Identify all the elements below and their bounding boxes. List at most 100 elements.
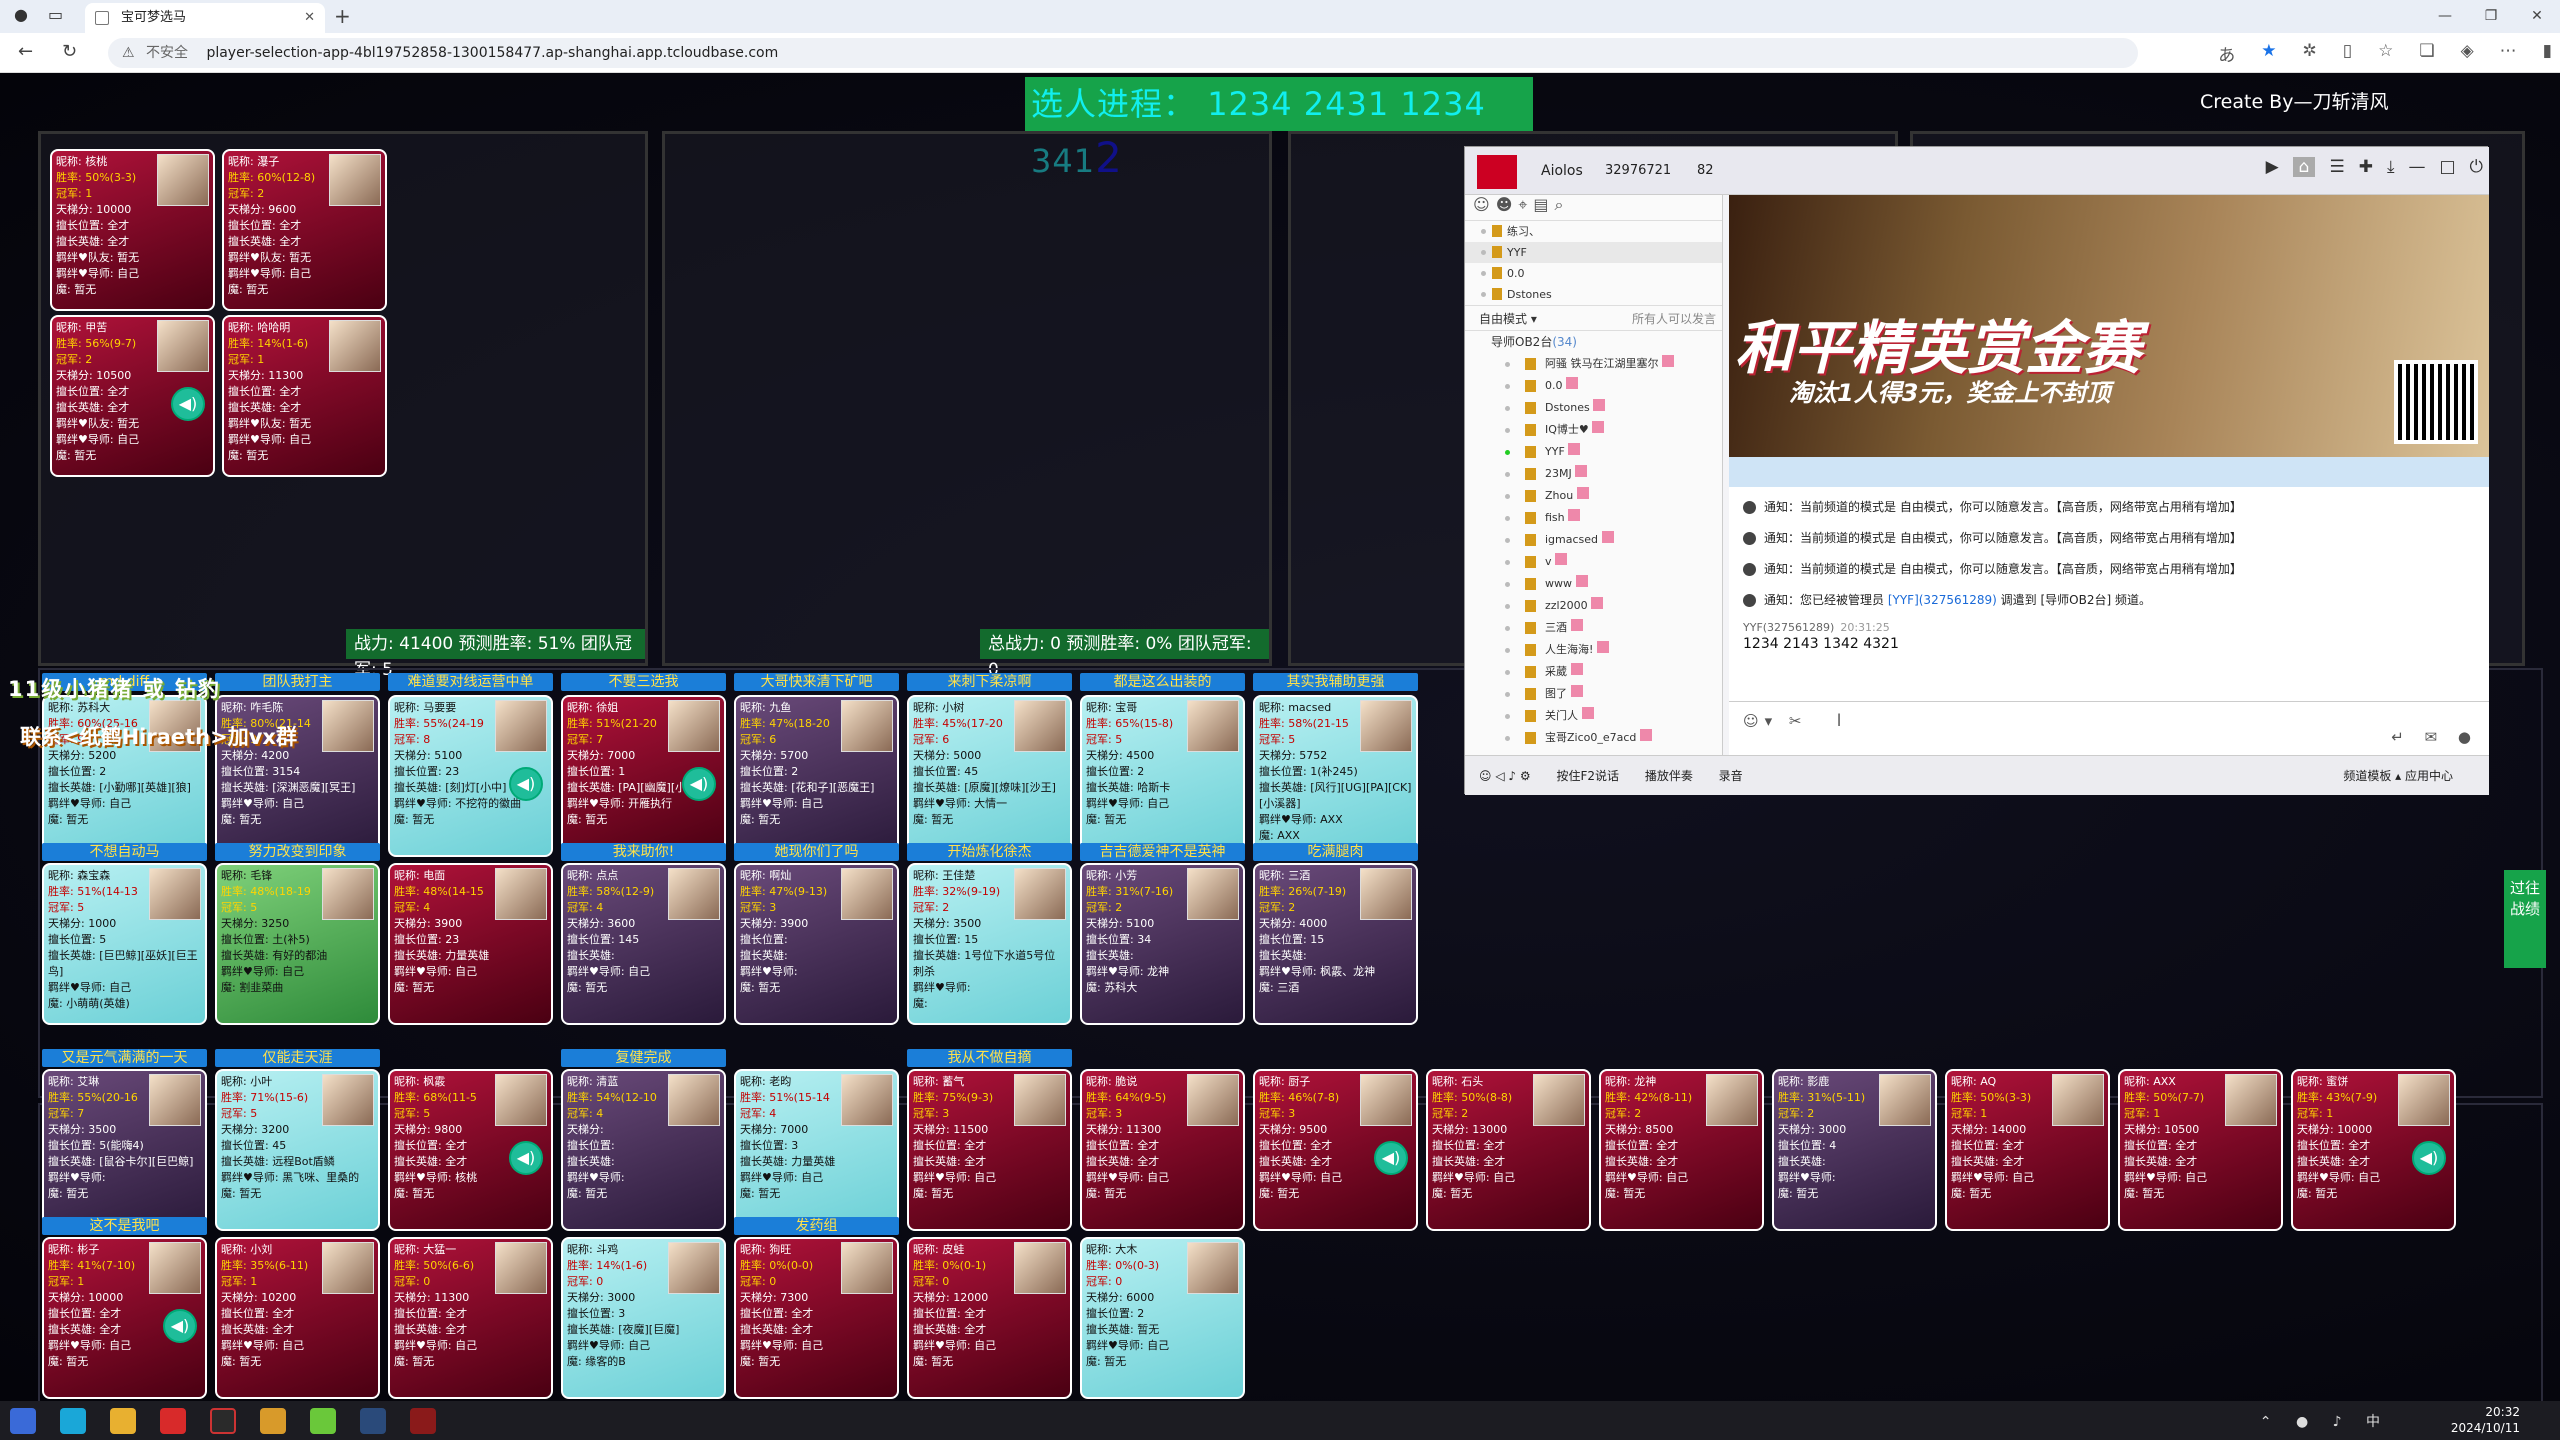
player-card[interactable]: 昵称: 哈哈明 胜率: 14%(1-6) 冠军: 1 天梯分: 11300 擅长位置: …: [222, 315, 387, 477]
emoji-icon[interactable]: ☺▾ ✂: [1743, 712, 1808, 730]
player-card[interactable]: 昵称: 脆说 胜率: 64%(9-5) 冠军: 3 天梯分: 11300 擅长位置: 全…: [1080, 1069, 1245, 1231]
member-item[interactable]: 三酒: [1465, 617, 1722, 639]
member-item[interactable]: 图了: [1465, 683, 1722, 705]
player-card[interactable]: 昵称: 狗旺 胜率: 0%(0-0) 冠军: 0 天梯分: 7300 擅长位置: 全才擅…: [734, 1237, 899, 1399]
list-icon[interactable]: ☰: [2329, 157, 2344, 177]
speaker-icon[interactable]: ◀): [171, 387, 205, 421]
extensions-icon[interactable]: ✲: [2302, 41, 2316, 66]
player-card[interactable]: 昵称: 艾琳 胜率: 55%(20-16 冠军: 7 天梯分: 3500 擅长位置: 5…: [42, 1069, 207, 1231]
speaker-icon[interactable]: ◀): [2412, 1141, 2446, 1175]
shield-icon[interactable]: ◈: [2461, 41, 2474, 66]
player-card[interactable]: 昵称: 咋毛陈 胜率: 80%(21-14 冠军: 9 天梯分: 4200 擅长位置: …: [215, 695, 380, 857]
player-card[interactable]: 昵称: 彬子 胜率: 41%(7-10) 冠军: 1 天梯分: 10000 擅长位置: …: [42, 1237, 207, 1399]
member-item[interactable]: 宝哥Zico0_e7acd: [1465, 727, 1722, 749]
reload-icon[interactable]: ↻: [62, 41, 77, 62]
player-card[interactable]: 昵称: 三酒 胜率: 26%(7-19) 冠军: 2 天梯分: 4000 擅长位置: 1…: [1253, 863, 1418, 1025]
player-card[interactable]: 昵称: 宝哥 胜率: 65%(15-8) 冠军: 5 天梯分: 4500 擅长位置: 2…: [1080, 695, 1245, 857]
channel-item[interactable]: Dstones: [1465, 284, 1722, 305]
player-card[interactable]: 昵称: 大猛一 胜率: 50%(6-6) 冠军: 0 天梯分: 11300 擅长位置: …: [388, 1237, 553, 1399]
ad-banner[interactable]: 和平精英赏金赛 淘汰1人得3元，奖金上不封顶: [1729, 195, 2489, 457]
player-card[interactable]: 昵称: 石头 胜率: 50%(8-8) 冠军: 2 天梯分: 13000 擅长位置: 全…: [1426, 1069, 1591, 1231]
start-icon[interactable]: [10, 1408, 36, 1434]
player-card[interactable]: 昵称: 徐姐 胜率: 51%(21-20 冠军: 7 天梯分: 7000 擅长位置: 1…: [561, 695, 726, 857]
user-icon[interactable]: ☺: [1473, 195, 1496, 214]
steam-icon[interactable]: [360, 1408, 386, 1434]
player-card[interactable]: 昵称: macsed 胜率: 58%(21-15 冠军: 5 天梯分: 5752 擅长位…: [1253, 695, 1418, 857]
speaker-icon[interactable]: ◀): [509, 1141, 543, 1175]
player-card[interactable]: 昵称: 蓄气 胜率: 75%(9-3) 冠军: 3 天梯分: 11500 擅长位置: 全…: [907, 1069, 1072, 1231]
note-icon[interactable]: ▤: [1533, 195, 1554, 214]
player-card[interactable]: 昵称: 小叶 胜率: 71%(15-6) 冠军: 5 天梯分: 3200 擅长位置: 4…: [215, 1069, 380, 1231]
player-card[interactable]: 昵称: 皮蛙 胜率: 0%(0-1) 冠军: 0 天梯分: 12000 擅长位置: 全才…: [907, 1237, 1072, 1399]
ptt-button[interactable]: 按住F2说话: [1556, 769, 1619, 783]
accompany-button[interactable]: 播放伴奏: [1645, 769, 1693, 783]
member-item[interactable]: 采葳: [1465, 661, 1722, 683]
chat-input[interactable]: ☺▾ ✂ | ↵ ✉ ●: [1729, 701, 2489, 755]
history-button[interactable]: 过往战绩: [2504, 870, 2546, 968]
player-card[interactable]: 昵称: 蜜饼 胜率: 43%(7-9) 冠军: 1 天梯分: 10000 擅长位置: 全…: [2291, 1069, 2456, 1231]
member-item[interactable]: fish: [1465, 507, 1722, 529]
mic-icon[interactable]: ☺ ◁ ♪ ⚙: [1479, 769, 1531, 783]
player-card[interactable]: 昵称: 毛锋 胜率: 48%(18-19 冠军: 5 天梯分: 3250 擅长位置: 土…: [215, 863, 380, 1025]
player-card[interactable]: 昵称: 小树 胜率: 45%(17-20 冠军: 6 天梯分: 5000 擅长位置: 4…: [907, 695, 1072, 857]
face-icon[interactable]: ☻: [1496, 195, 1519, 214]
member-item[interactable]: v: [1465, 551, 1722, 573]
player-card[interactable]: 昵称: 老昀 胜率: 51%(15-14 冠军: 4 天梯分: 7000 擅长位置: 3…: [734, 1069, 899, 1231]
ime-indicator[interactable]: 中: [2366, 1414, 2390, 1430]
player-card[interactable]: 昵称: 枫霰 胜率: 68%(11-5 冠军: 5 天梯分: 9800 擅长位置: 全才…: [388, 1069, 553, 1231]
player-card[interactable]: 昵称: 小芳 胜率: 31%(7-16) 冠军: 2 天梯分: 5100 擅长位置: 3…: [1080, 863, 1245, 1025]
folder-icon[interactable]: [110, 1408, 136, 1434]
player-card[interactable]: 昵称: 核桃 胜率: 50%(3-3) 冠军: 1 天梯分: 10000 擅长位置: 全…: [50, 149, 215, 311]
channel-group[interactable]: 导师OB2台(34): [1465, 331, 1722, 353]
download-icon[interactable]: ⤓: [2387, 157, 2395, 177]
dota-icon[interactable]: [410, 1408, 436, 1434]
sidebar-icon[interactable]: ▮: [2543, 41, 2552, 66]
member-item[interactable]: Zhou: [1465, 485, 1722, 507]
player-card[interactable]: 昵称: 影鹿 胜率: 31%(5-11) 冠军: 2 天梯分: 3000 擅长位置: 4…: [1772, 1069, 1937, 1231]
collections-icon[interactable]: ❏: [2419, 41, 2434, 66]
profile-icon[interactable]: ●: [14, 5, 28, 24]
member-item[interactable]: www: [1465, 573, 1722, 595]
location-icon[interactable]: ⌖: [1518, 195, 1533, 214]
member-item[interactable]: 关门人: [1465, 705, 1722, 727]
speaker-icon[interactable]: ◀): [509, 767, 543, 801]
close-window-icon[interactable]: ✕: [2514, 0, 2560, 33]
member-item[interactable]: igmacsed: [1465, 529, 1722, 551]
member-item[interactable]: IQ博士♥: [1465, 419, 1722, 441]
player-card[interactable]: 昵称: 啊灿 胜率: 47%(9-13) 冠军: 3 天梯分: 3900 擅长位置: 擅…: [734, 863, 899, 1025]
split-icon[interactable]: ▯: [2343, 41, 2352, 66]
favorites-icon[interactable]: ☆: [2378, 41, 2393, 66]
member-item[interactable]: zzl2000: [1465, 595, 1722, 617]
close-tab-icon[interactable]: ✕: [304, 3, 315, 33]
yy-icon[interactable]: [260, 1408, 286, 1434]
back-icon[interactable]: ←: [18, 41, 33, 62]
player-card[interactable]: 昵称: 点点 胜率: 58%(12-9) 冠军: 4 天梯分: 3600 擅长位置: 1…: [561, 863, 726, 1025]
chrome-icon[interactable]: [210, 1408, 236, 1434]
member-item[interactable]: Dstones: [1465, 397, 1722, 419]
member-item[interactable]: 阿骚 铁马在江湖里塞尔: [1465, 353, 1722, 375]
browser-tab[interactable]: 宝可梦选马 ✕: [85, 3, 325, 33]
speaker-icon[interactable]: ◀): [1374, 1141, 1408, 1175]
player-card[interactable]: 昵称: 斗鸡 胜率: 14%(1-6) 冠军: 0 天梯分: 3000 擅长位置: 3擅…: [561, 1237, 726, 1399]
system-tray[interactable]: ⌃ ● ♪ 中: [2260, 1411, 2390, 1431]
video-icon[interactable]: ▶: [2266, 157, 2279, 177]
player-card[interactable]: 昵称: AQ 胜率: 50%(3-3) 冠军: 1 天梯分: 14000 擅长位置: 全…: [1945, 1069, 2110, 1231]
clock[interactable]: 20:32 2024/10/11: [2451, 1404, 2520, 1436]
user-avatar[interactable]: [1477, 155, 1517, 189]
home-icon[interactable]: ⌂: [2292, 157, 2316, 177]
edge-icon[interactable]: [60, 1408, 86, 1434]
player-card[interactable]: 昵称: AXX 胜率: 50%(7-7) 冠军: 1 天梯分: 10500 擅长位置: …: [2118, 1069, 2283, 1231]
translate-icon[interactable]: あ: [2218, 41, 2235, 66]
speaker-icon[interactable]: ◀): [163, 1309, 197, 1343]
player-card[interactable]: 昵称: 电面 胜率: 48%(14-15 冠军: 4 天梯分: 3900 擅长位置: 2…: [388, 863, 553, 1025]
player-card[interactable]: 昵称: 瀑子 胜率: 60%(12-8) 冠军: 2 天梯分: 9600 擅长位置: 全…: [222, 149, 387, 311]
player-card[interactable]: 昵称: 龙神 胜率: 42%(8-11) 冠军: 2 天梯分: 8500 擅长位置: 全…: [1599, 1069, 1764, 1231]
app-icon[interactable]: [310, 1408, 336, 1434]
player-card[interactable]: 昵称: 大木 胜率: 0%(0-3) 冠军: 0 天梯分: 6000 擅长位置: 2 擅长…: [1080, 1237, 1245, 1399]
url-field[interactable]: ⚠ 不安全 player-selection-app-4bl19752858-1…: [108, 38, 2138, 68]
player-card[interactable]: 昵称: 九鱼 胜率: 47%(18-20 冠军: 6 天梯分: 5700 擅长位置: 2…: [734, 695, 899, 857]
templates-apps[interactable]: 频道模板 ▴ 应用中心: [2343, 756, 2453, 796]
channel-item[interactable]: 0.0: [1465, 263, 1722, 284]
minimize-icon[interactable]: —: [2422, 0, 2468, 33]
restore-icon[interactable]: ❐: [2468, 0, 2514, 33]
